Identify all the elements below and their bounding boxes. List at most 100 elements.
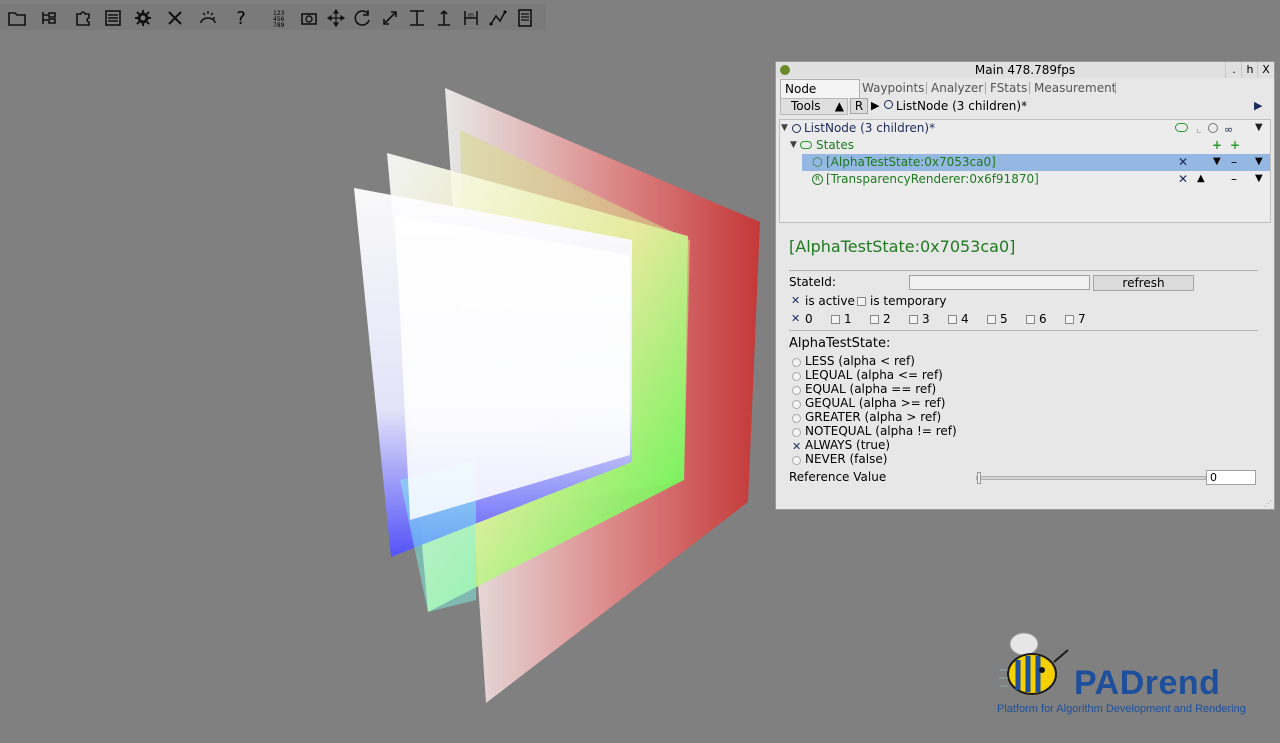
divider xyxy=(789,270,1258,271)
render-viewport[interactable] xyxy=(0,30,776,740)
minimize-button[interactable]: . xyxy=(1225,62,1242,78)
tree-root-label: ListNode (3 children)* xyxy=(804,121,936,135)
folder-icon[interactable] xyxy=(4,5,30,31)
channel-5-checkbox[interactable] xyxy=(987,315,996,324)
channel-label: 4 xyxy=(961,312,969,326)
tools-menu-button[interactable]: Tools ▲ xyxy=(780,98,848,115)
group-icon[interactable]: ∞ xyxy=(1224,122,1233,138)
mode-notequal-radio[interactable] xyxy=(792,428,801,437)
channel-4-checkbox[interactable] xyxy=(948,315,957,324)
lighting-icon[interactable] xyxy=(195,5,221,31)
notes-icon[interactable] xyxy=(512,5,538,31)
mode-never-radio[interactable] xyxy=(792,456,801,465)
collapse-icon[interactable]: – xyxy=(1231,171,1237,187)
mode-label: NEVER (false) xyxy=(805,452,888,466)
wait-icon[interactable]: ⌞ xyxy=(1196,120,1202,136)
tree-row-listnode[interactable]: ▼ ListNode (3 children)* ⌞ ∞ ▼ xyxy=(780,120,1270,137)
tools-label: Tools xyxy=(791,99,821,113)
move-down-icon[interactable]: ▼ xyxy=(1213,154,1221,170)
breadcrumb[interactable]: ListNode (3 children)* xyxy=(896,99,1027,113)
mode-label: GREATER (alpha > ref) xyxy=(805,410,942,424)
tree-row-alphateststate[interactable]: ⬡ [AlphaTestState:0x7053ca0] ✕ ▼ – ▼ xyxy=(802,154,1270,171)
numbers-icon[interactable]: 123 456 789 xyxy=(268,5,294,31)
channel-3-checkbox[interactable] xyxy=(909,315,918,324)
tree-row-states[interactable]: ▼ States + + xyxy=(780,137,1270,154)
stateid-label: StateId: xyxy=(789,275,836,289)
menu-arrow-icon[interactable]: ▼ xyxy=(1255,171,1263,187)
puzzle-icon[interactable] xyxy=(70,5,96,31)
refresh-button[interactable]: refresh xyxy=(1093,275,1194,291)
slider-handle[interactable] xyxy=(977,472,981,484)
tab-node-editor[interactable]: Node Editor xyxy=(780,79,860,114)
tab-measurement[interactable]: Measurement xyxy=(1030,79,1120,97)
divider xyxy=(789,330,1258,331)
reload-button[interactable]: R xyxy=(850,98,868,114)
menu-arrow-icon[interactable]: ▼ xyxy=(1255,120,1263,136)
is-active-checkbox[interactable]: ✕ xyxy=(791,295,800,306)
path-icon[interactable] xyxy=(485,5,511,31)
scale-icon[interactable] xyxy=(377,5,403,31)
anchor-icon[interactable] xyxy=(431,5,457,31)
menu-arrow-icon[interactable]: ▼ xyxy=(1255,154,1263,170)
collapse-arrow-icon[interactable]: ▼ xyxy=(781,120,788,136)
rotate-icon[interactable] xyxy=(350,5,376,31)
remove-icon[interactable]: ✕ xyxy=(1178,171,1188,187)
scene-tree-icon[interactable] xyxy=(36,5,62,31)
node-icon xyxy=(792,124,801,133)
move-icon[interactable] xyxy=(323,5,349,31)
state-heading: [AlphaTestState:0x7053ca0] xyxy=(789,237,1016,256)
forward-arrow-icon[interactable]: ▶ xyxy=(1254,99,1262,112)
channel-1-checkbox[interactable] xyxy=(831,315,840,324)
tab-analyzer[interactable]: Analyzer xyxy=(927,79,987,97)
reference-slider[interactable] xyxy=(976,472,1206,484)
channel-label: 6 xyxy=(1039,312,1047,326)
clock-icon[interactable] xyxy=(1208,123,1218,133)
node-tree[interactable]: ▼ ListNode (3 children)* ⌞ ∞ ▼ ▼ States … xyxy=(779,119,1271,223)
channel-label: 1 xyxy=(844,312,852,326)
panel-titlebar[interactable]: Main 478.789fps . h X xyxy=(776,62,1274,78)
mode-greater-radio[interactable] xyxy=(792,414,801,423)
svg-text:m: m xyxy=(468,12,474,19)
gear-icon[interactable] xyxy=(130,5,156,31)
remove-icon[interactable]: ✕ xyxy=(1178,154,1188,170)
node-editor-panel: Main 478.789fps . h X Node Editor Waypoi… xyxy=(775,61,1275,510)
hide-button[interactable]: h xyxy=(1241,62,1258,78)
tree-item-label: [AlphaTestState:0x7053ca0] xyxy=(826,155,996,169)
align-top-icon[interactable] xyxy=(404,5,430,31)
move-up-icon[interactable]: ▲ xyxy=(1197,171,1205,187)
mode-equal-radio[interactable] xyxy=(792,386,801,395)
tools-icon[interactable] xyxy=(162,5,188,31)
states-label: States xyxy=(816,138,855,152)
channel-6-checkbox[interactable] xyxy=(1026,315,1035,324)
mode-always-radio[interactable]: ✕ xyxy=(792,441,801,452)
channel-label: 2 xyxy=(883,312,891,326)
add-icon[interactable]: + xyxy=(1230,137,1240,153)
state-icon: ⬡ xyxy=(812,155,823,169)
resize-grip-icon[interactable]: ⋰ xyxy=(1264,499,1272,508)
play-arrow-icon[interactable]: ▶ xyxy=(871,99,879,112)
add-state-icon[interactable]: + xyxy=(1212,137,1222,153)
measure-icon[interactable]: m xyxy=(458,5,484,31)
is-temporary-checkbox[interactable] xyxy=(857,297,866,306)
channel-7-checkbox[interactable] xyxy=(1065,315,1074,324)
tree-row-transparencyrenderer[interactable]: R [TransparencyRenderer:0x6f91870] ✕ ▲ –… xyxy=(802,171,1270,188)
close-button[interactable]: X xyxy=(1257,62,1274,78)
tab-separator xyxy=(1115,82,1116,94)
channel-2-checkbox[interactable] xyxy=(870,315,879,324)
toggle-icon[interactable] xyxy=(1175,123,1188,132)
reference-value-label: Reference Value xyxy=(789,470,887,484)
camera-icon[interactable] xyxy=(296,5,322,31)
list-icon[interactable] xyxy=(100,5,126,31)
mode-lequal-radio[interactable] xyxy=(792,372,801,381)
collapse-arrow-icon[interactable]: ▼ xyxy=(790,137,797,153)
channel-0-checkbox[interactable]: ✕ xyxy=(791,313,800,324)
reference-value-input[interactable] xyxy=(1206,470,1256,485)
help-icon[interactable]: ? xyxy=(228,5,254,31)
stateid-input[interactable] xyxy=(909,275,1090,290)
collapse-icon[interactable]: – xyxy=(1231,154,1237,170)
mode-less-radio[interactable] xyxy=(792,358,801,367)
tab-waypoints[interactable]: Waypoints xyxy=(858,79,928,97)
mode-gequal-radio[interactable] xyxy=(792,400,801,409)
tab-fstats[interactable]: FStats xyxy=(986,79,1031,97)
renderer-icon: R xyxy=(812,174,823,185)
